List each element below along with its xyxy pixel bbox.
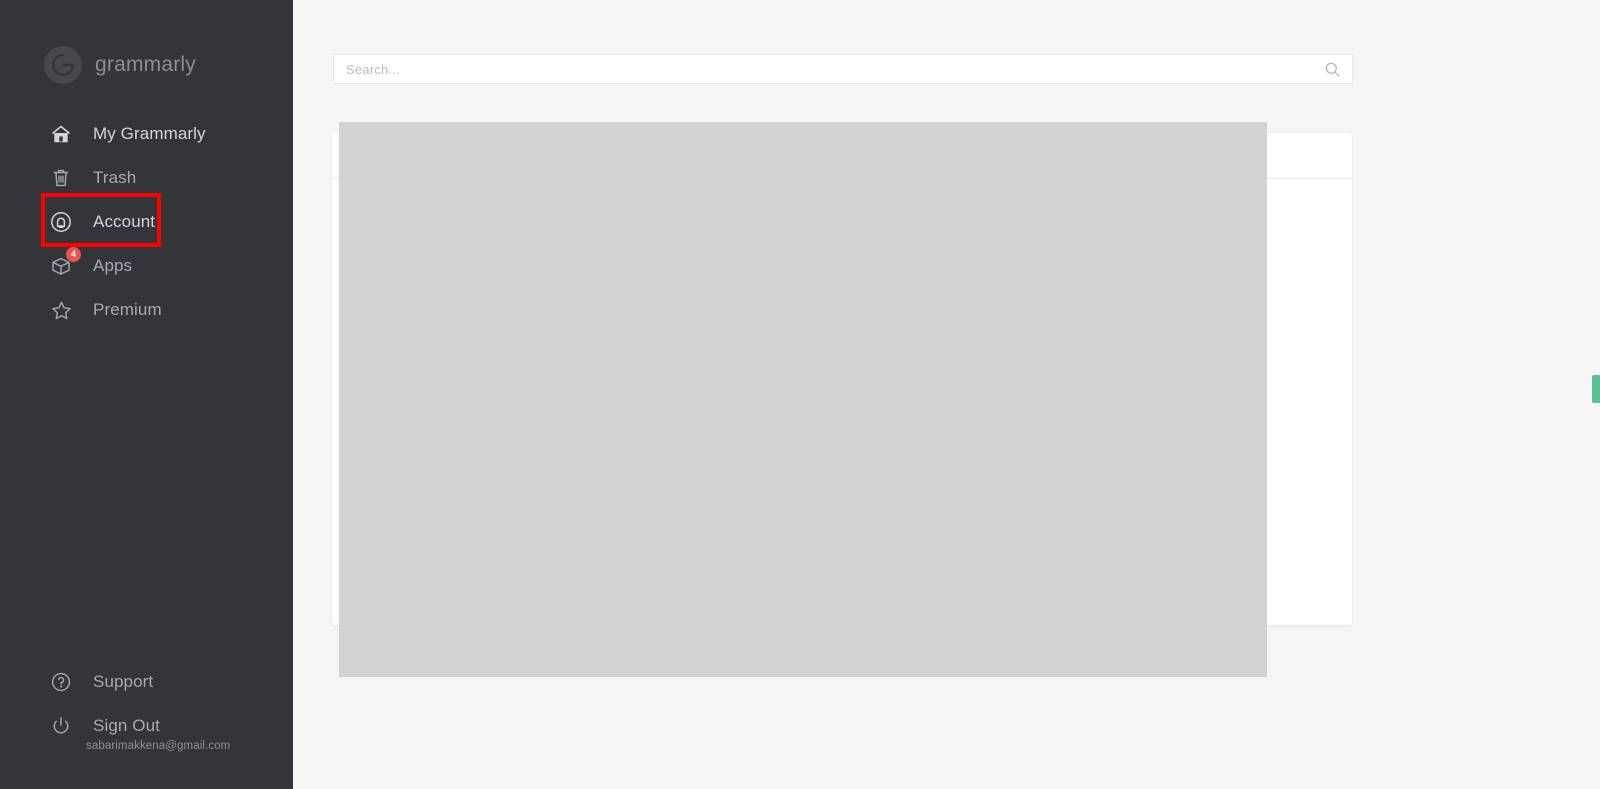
sidebar-item-label: Account (93, 212, 156, 231)
main-content (293, 0, 1600, 789)
sidebar-nav-bottom: Support Sign Out (0, 660, 293, 748)
grammarly-app-window: grammarly My Grammarly Trash Account 4 A… (0, 0, 1600, 789)
feedback-tab[interactable] (1592, 375, 1600, 403)
sidebar-item-label: Trash (93, 168, 137, 187)
power-icon (48, 713, 74, 739)
sidebar-item-trash[interactable]: Trash (0, 156, 293, 200)
home-icon (48, 121, 74, 147)
search-input[interactable] (346, 61, 1324, 77)
sidebar-item-label: Premium (93, 300, 162, 319)
content-placeholder-block (339, 122, 1267, 677)
sidebar-item-label: My Grammarly (93, 124, 206, 143)
question-circle-icon (48, 669, 74, 695)
grammarly-g-logo-icon (44, 46, 82, 84)
sidebar-item-label: Support (93, 672, 154, 691)
trash-icon (48, 165, 74, 191)
sidebar-item-support[interactable]: Support (0, 660, 293, 704)
sidebar-item-my-grammarly[interactable]: My Grammarly (0, 112, 293, 156)
apps-badge-count: 4 (66, 247, 81, 262)
brand-name: grammarly (95, 53, 196, 76)
sidebar-item-account[interactable]: Account (0, 200, 293, 244)
star-icon (48, 297, 74, 323)
sidebar-item-label: Sign Out (93, 716, 160, 735)
account-email: sabarimakkena@gmail.com (86, 740, 231, 752)
account-circle-icon (48, 209, 74, 235)
sidebar: grammarly My Grammarly Trash Account 4 A… (0, 0, 293, 789)
sidebar-item-label: Apps (93, 256, 133, 275)
search-magnifier-icon[interactable] (1324, 61, 1340, 77)
cube-box-icon: 4 (48, 247, 81, 279)
search-bar[interactable] (333, 54, 1353, 84)
sidebar-item-apps[interactable]: 4 Apps (0, 244, 293, 288)
brand[interactable]: grammarly (44, 46, 196, 84)
sidebar-nav: My Grammarly Trash Account 4 Apps Premiu… (0, 112, 293, 332)
sidebar-item-premium[interactable]: Premium (0, 288, 293, 332)
